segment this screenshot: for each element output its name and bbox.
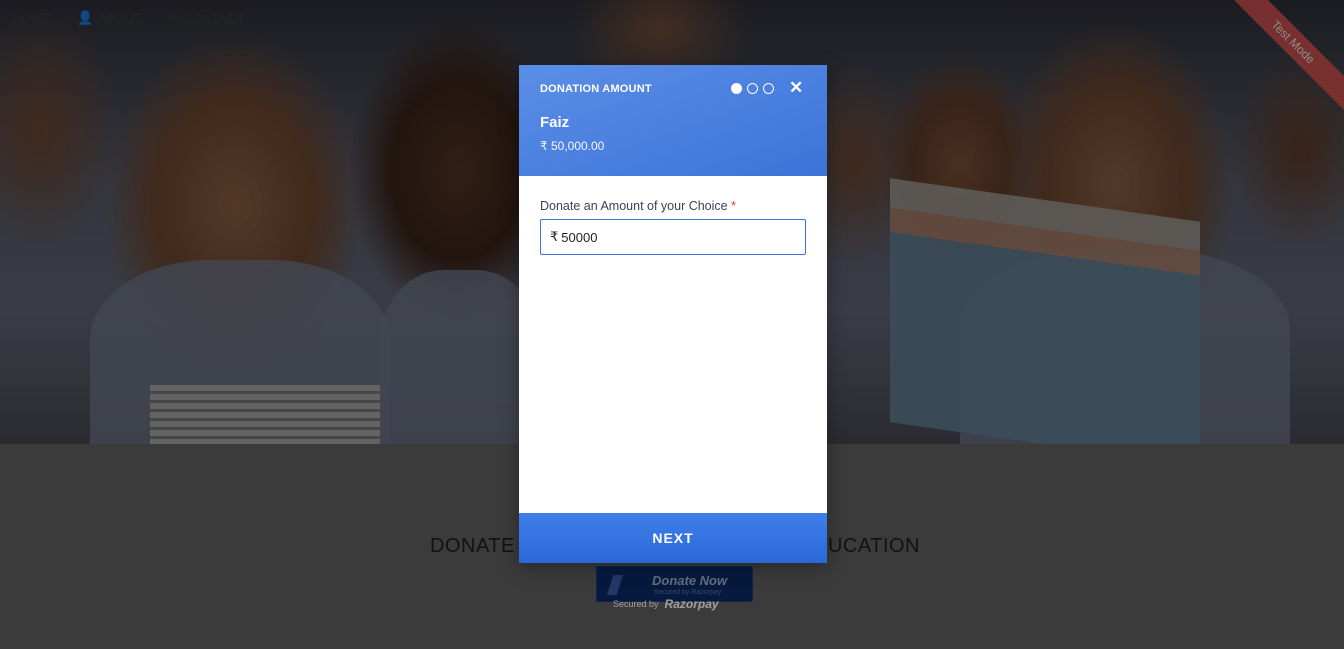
amount-field-label: Donate an Amount of your Choice *: [540, 199, 736, 213]
step-dot-2: [747, 83, 758, 94]
donation-modal: DONATION AMOUNT ✕ Faiz ₹ 50,000.00 Donat…: [519, 65, 827, 563]
close-icon[interactable]: ✕: [789, 78, 803, 98]
currency-symbol: ₹: [550, 229, 559, 244]
modal-header-label: DONATION AMOUNT: [540, 83, 652, 95]
required-mark: *: [731, 199, 736, 213]
step-indicator: [731, 83, 774, 94]
payee-name: Faiz: [540, 114, 570, 131]
amount-display: ₹ 50,000.00: [540, 139, 605, 153]
amount-input[interactable]: [561, 229, 782, 245]
modal-header: DONATION AMOUNT ✕ Faiz ₹ 50,000.00: [519, 65, 827, 176]
step-dot-1: [731, 83, 742, 94]
next-button[interactable]: NEXT: [519, 513, 827, 563]
step-dot-3: [763, 83, 774, 94]
amount-field-label-text: Donate an Amount of your Choice: [540, 199, 728, 213]
amount-field[interactable]: ₹: [540, 219, 806, 255]
